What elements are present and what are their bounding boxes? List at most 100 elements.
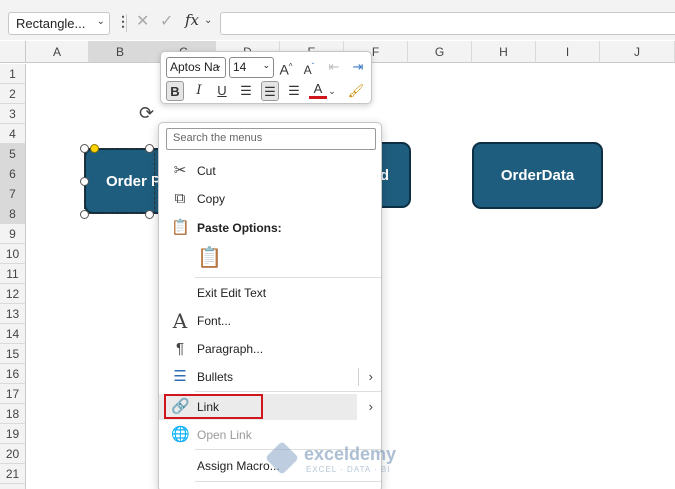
resize-handle[interactable] <box>80 144 89 153</box>
row-header[interactable]: 10 <box>0 244 26 264</box>
menu-item-exit-edit-text[interactable]: Exit Edit Text <box>159 280 381 306</box>
paragraph-icon: ¶ <box>175 340 185 357</box>
more-options-icon[interactable]: ⋮ <box>116 13 130 30</box>
paste-clipboard-icon[interactable]: 📋 <box>197 245 222 271</box>
row-header[interactable]: 12 <box>0 284 26 304</box>
row-header[interactable]: 18 <box>0 404 26 424</box>
row-header[interactable]: 17 <box>0 384 26 404</box>
font-name-select[interactable]: Aptos Na ⌄ <box>166 57 226 78</box>
row-header[interactable]: 8 <box>0 204 26 224</box>
grow-font-glyph: A <box>279 61 289 78</box>
row-header[interactable]: 19 <box>0 424 26 444</box>
font-icon: A <box>172 309 188 333</box>
row-header[interactable]: 7 <box>0 184 26 204</box>
insert-function-button[interactable]: fx <box>185 11 199 29</box>
row-header[interactable]: 21 <box>0 464 26 484</box>
row-header[interactable]: 5 <box>0 144 26 164</box>
column-header[interactable]: J <box>600 41 675 63</box>
divider <box>195 481 381 482</box>
scissors-icon: ✂ <box>173 162 187 179</box>
chevron-down-icon[interactable]: ⌄ <box>327 81 337 101</box>
chevron-down-icon[interactable]: ⌄ <box>97 16 105 27</box>
menu-item-paragraph[interactable]: ¶ Paragraph... <box>159 336 381 362</box>
column-header[interactable]: I <box>536 41 600 63</box>
menu-item-bullets[interactable]: ☰ Bullets › <box>159 364 381 390</box>
divider <box>126 14 127 32</box>
formula-input[interactable] <box>220 12 675 35</box>
column-header[interactable]: G <box>408 41 472 63</box>
exceldemy-logo-icon <box>265 441 299 475</box>
enter-icon[interactable]: ✓ <box>160 11 173 31</box>
chevron-right-icon[interactable]: › <box>369 399 373 414</box>
row-header[interactable]: 14 <box>0 324 26 344</box>
rotate-handle-icon[interactable]: ⟳ <box>139 104 157 122</box>
row-header[interactable]: 20 <box>0 444 26 464</box>
select-all-corner[interactable] <box>0 41 26 63</box>
row-header[interactable]: 15 <box>0 344 26 364</box>
resize-handle[interactable] <box>145 210 154 219</box>
row-header[interactable]: 2 <box>0 84 26 104</box>
resize-handle[interactable] <box>145 144 154 153</box>
decrease-indent-icon[interactable]: ⇤ <box>325 57 343 77</box>
chevron-down-icon: ⌄ <box>214 60 222 70</box>
row-header[interactable]: 3 <box>0 104 26 124</box>
menu-item-paste-options: 📋 Paste Options: <box>159 215 381 241</box>
bullets-icon: ☰ <box>173 368 187 385</box>
row-header[interactable]: 11 <box>0 264 26 284</box>
menu-item-label: Paste Options: <box>197 221 282 235</box>
shrink-font-icon[interactable]: Aˇ <box>300 57 318 77</box>
row-header[interactable]: 4 <box>0 124 26 144</box>
row-header[interactable]: 16 <box>0 364 26 384</box>
bold-button[interactable]: B <box>166 81 184 101</box>
divider <box>195 277 381 278</box>
underline-button[interactable]: U <box>213 81 231 101</box>
chevron-right-icon[interactable]: › <box>369 369 373 384</box>
menu-item-cut[interactable]: ✂ Cut <box>159 158 381 184</box>
row-header[interactable]: 6 <box>0 164 26 184</box>
menu-item-label: Open Link <box>197 428 252 442</box>
column-header[interactable]: H <box>472 41 536 63</box>
row-header[interactable]: 1 <box>0 64 26 84</box>
menu-item-label: Exit Edit Text <box>197 286 267 300</box>
row-header[interactable]: 9 <box>0 224 26 244</box>
align-left-icon[interactable]: ☰ <box>237 81 255 101</box>
menu-item-label: Cut <box>197 164 216 178</box>
format-painter-icon[interactable]: 🖌 <box>347 81 365 101</box>
context-menu: Search the menus ✂ Cut ⧉ Copy 📋 Paste Op… <box>158 122 382 489</box>
chevron-down-icon[interactable]: ⌄ <box>204 15 212 26</box>
italic-button[interactable]: I <box>190 81 208 101</box>
row-header[interactable]: 22 <box>0 484 26 489</box>
align-center-icon[interactable]: ☰ <box>261 81 279 101</box>
menu-item-label: Bullets <box>197 370 234 384</box>
font-size-value: 14 <box>233 60 247 74</box>
resize-handle[interactable] <box>80 210 89 219</box>
watermark-name: exceldemy <box>304 444 397 464</box>
divider <box>195 391 381 392</box>
clipboard-icon: 📋 <box>171 219 190 236</box>
name-box-value: Rectangle... <box>16 16 86 31</box>
name-box[interactable]: Rectangle... ⌄ <box>8 12 110 35</box>
align-right-icon[interactable]: ☰ <box>285 81 303 101</box>
cancel-icon[interactable]: ✕ <box>136 11 149 31</box>
shape-orderdata[interactable]: OrderData <box>472 142 603 209</box>
grow-font-icon[interactable]: A^ <box>277 57 295 78</box>
adjust-handle[interactable] <box>90 144 99 153</box>
mini-toolbar: Aptos Na ⌄ 14 ⌄ A^ Aˇ ⇤ ⇥ B I U ☰ ☰ ☰ A … <box>160 51 372 104</box>
menu-item-font[interactable]: A Font... <box>159 308 381 334</box>
search-menus-input[interactable]: Search the menus <box>166 128 376 150</box>
search-placeholder: Search the menus <box>173 132 263 144</box>
column-header[interactable]: B <box>89 41 152 63</box>
column-header[interactable]: A <box>26 41 89 63</box>
font-color-icon[interactable]: A <box>309 81 327 99</box>
chevron-down-icon: ⌄ <box>262 60 270 70</box>
font-size-select[interactable]: 14 ⌄ <box>229 57 274 78</box>
menu-item-copy[interactable]: ⧉ Copy <box>159 186 381 212</box>
highlight-box <box>164 394 263 419</box>
row-header[interactable]: 13 <box>0 304 26 324</box>
excel-window: Rectangle... ⌄ ⋮ ✕ ✓ fx ⌄ A B C D E F G … <box>0 0 675 489</box>
watermark: exceldemy EXCEL · DATA · BI <box>265 441 420 476</box>
increase-indent-icon[interactable]: ⇥ <box>349 57 367 77</box>
formula-bar: Rectangle... ⌄ ⋮ ✕ ✓ fx ⌄ <box>0 0 675 40</box>
menu-item-label: Copy <box>197 192 226 206</box>
resize-handle[interactable] <box>80 177 89 186</box>
